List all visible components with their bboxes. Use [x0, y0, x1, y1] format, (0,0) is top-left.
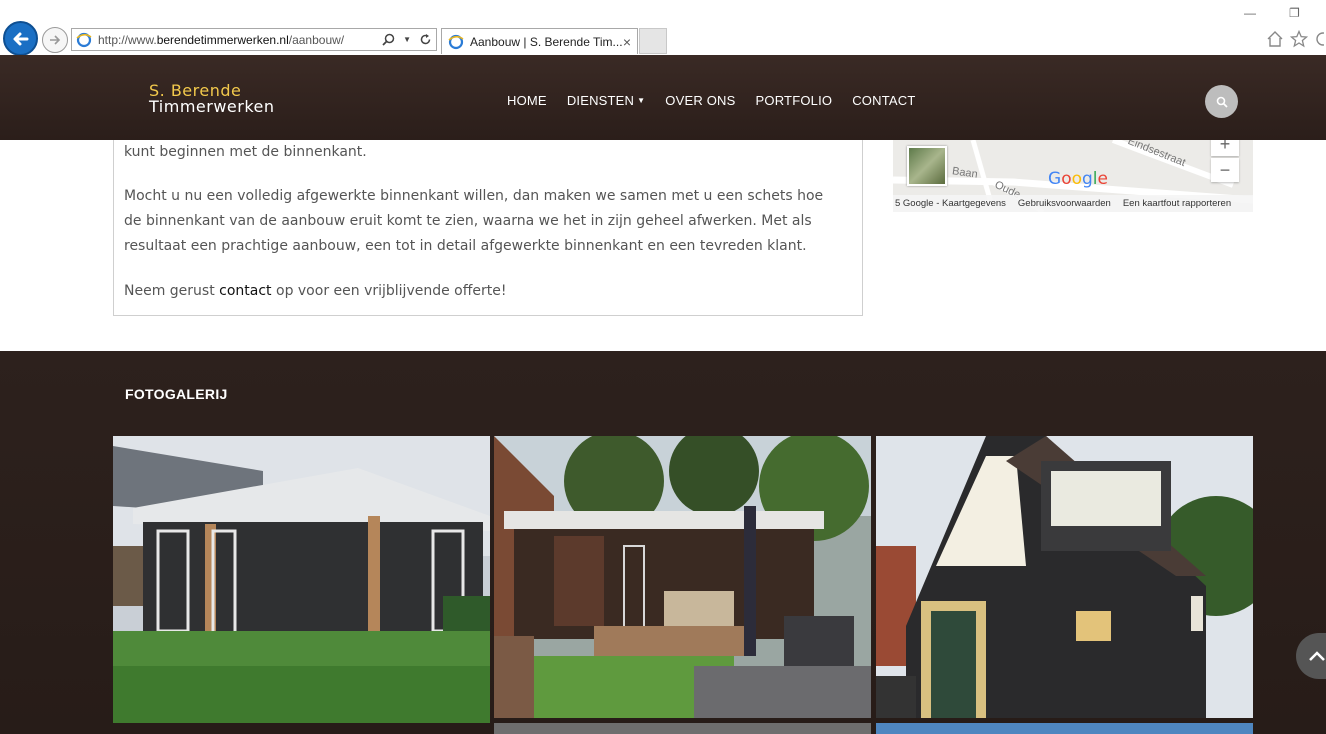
gallery-section: FOTOGALERIJ — [0, 351, 1326, 734]
map-footer: 5 Google - Kaartgegevens Gebruiksvoorwaa… — [893, 195, 1253, 212]
map-report-link[interactable]: Een kaartfout rapporteren — [1123, 198, 1231, 209]
back-button[interactable] — [3, 21, 38, 56]
gallery-photo-1[interactable] — [113, 436, 490, 723]
arrow-left-icon — [13, 32, 28, 45]
logo-line-2: Timmerwerken — [149, 97, 275, 116]
favorites-star-icon[interactable] — [1290, 30, 1308, 48]
chevron-down-icon: ▼ — [637, 96, 646, 105]
home-icon[interactable] — [1266, 30, 1284, 48]
map-data-credit[interactable]: 5 Google - Kaartgegevens — [895, 198, 1006, 209]
contact-link[interactable]: contact — [219, 283, 271, 299]
browser-tab[interactable]: Aanbouw | S. Berende Tim... × — [441, 28, 638, 54]
settings-gear-icon[interactable] — [1314, 30, 1324, 48]
search-icon — [1216, 96, 1228, 108]
url-text: http://www.berendetimmerwerken.nl/aanbou… — [98, 32, 345, 47]
google-map[interactable]: Eindsestraat Baan Oude Google + − 5 Goog… — [893, 140, 1253, 212]
site-header: S. Berende Timmerwerken HOME DIENSTEN ▼ O… — [0, 55, 1326, 140]
photo-dark-house — [876, 436, 1253, 718]
restore-button[interactable]: ❐ — [1289, 6, 1300, 20]
main-nav: HOME DIENSTEN ▼ OVER ONS PORTFOLIO CONTAC… — [507, 93, 915, 108]
search-icon[interactable] — [382, 33, 395, 46]
photo-patio-canopy — [494, 436, 871, 718]
content-box: kunt beginnen met de binnenkant. Mocht u… — [113, 140, 863, 316]
nav-home[interactable]: HOME — [507, 93, 547, 108]
paragraph-2: Mocht u nu een volledig afgewerkte binne… — [124, 188, 824, 254]
google-logo: Google — [1048, 169, 1108, 189]
address-bar[interactable]: http://www.berendetimmerwerken.nl/aanbou… — [71, 28, 437, 51]
gallery-title: FOTOGALERIJ — [125, 386, 228, 402]
new-tab-button[interactable] — [639, 28, 667, 54]
ie-favicon-icon — [76, 32, 92, 47]
browser-chrome: http://www.berendetimmerwerken.nl/aanbou… — [0, 0, 1326, 56]
site-logo[interactable]: S. Berende Timmerwerken — [149, 83, 275, 115]
gallery-photo-2[interactable] — [494, 436, 871, 718]
nav-portfolio[interactable]: PORTFOLIO — [756, 93, 833, 108]
nav-over-ons[interactable]: OVER ONS — [665, 93, 735, 108]
nav-contact[interactable]: CONTACT — [852, 93, 915, 108]
minimize-button[interactable]: — — [1244, 6, 1256, 20]
map-terms-link[interactable]: Gebruiksvoorwaarden — [1018, 198, 1111, 209]
gallery-next-row-2 — [494, 723, 871, 734]
dropdown-caret-icon[interactable]: ▼ — [403, 35, 411, 44]
paragraph-3: Neem gerust contact op voor een vrijblij… — [124, 283, 507, 299]
paragraph-1: kunt beginnen met de binnenkant. — [124, 144, 367, 160]
refresh-icon[interactable] — [419, 33, 432, 46]
arrow-right-icon — [50, 35, 61, 45]
close-tab-icon[interactable]: × — [623, 34, 631, 50]
gallery-photo-3[interactable] — [876, 436, 1253, 718]
forward-button[interactable] — [42, 27, 68, 53]
photo-garden-house — [113, 436, 490, 723]
site-search-button[interactable] — [1205, 85, 1238, 118]
gallery-next-row-3 — [876, 723, 1253, 734]
map-zoom-in-button[interactable]: + — [1211, 140, 1239, 156]
nav-diensten[interactable]: DIENSTEN ▼ — [567, 93, 645, 108]
map-zoom-out-button[interactable]: − — [1211, 158, 1239, 182]
tab-title: Aanbouw | S. Berende Tim... — [470, 34, 623, 49]
ie-favicon-icon — [448, 34, 464, 49]
chevron-up-icon — [1309, 651, 1325, 661]
satellite-toggle[interactable] — [907, 146, 947, 186]
scroll-to-top-button[interactable] — [1296, 633, 1326, 679]
